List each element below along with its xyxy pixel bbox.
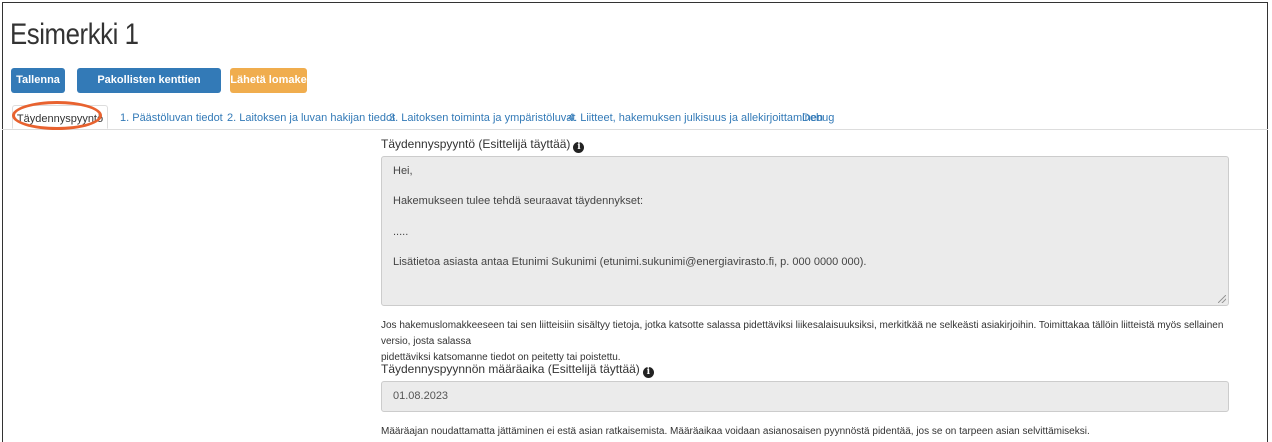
tab-attachments-signing[interactable]: 4. Liitteet, hakemuksen julkisuus ja all…	[568, 105, 823, 129]
supplement-request-label: Täydennyspyyntö (Esittelijä täyttää) i	[381, 137, 585, 153]
page-title: Esimerkki 1	[10, 18, 139, 51]
info-circle-icon[interactable]: i	[573, 142, 585, 153]
deadline-date-input[interactable]: 01.08.2023	[381, 381, 1229, 412]
tab-emission-permit-info[interactable]: 1. Päästöluvan tiedot	[120, 105, 223, 129]
confidentiality-help-text: Jos hakemuslomakkeeseen tai sen liitteis…	[381, 318, 1241, 366]
supplement-request-textarea[interactable]: Hei, Hakemukseen tulee tehdä seuraavat t…	[381, 156, 1229, 306]
info-circle-icon[interactable]: i	[642, 367, 654, 378]
tab-debug[interactable]: Debug	[802, 105, 834, 129]
deadline-label: Täydennyspyynnön määräaika (Esittelijä t…	[381, 362, 654, 378]
send-form-button[interactable]: Lähetä lomake	[230, 68, 307, 93]
textarea-line: Lisätietoa asiasta antaa Etunimi Sukunim…	[393, 256, 867, 268]
deadline-help-text: Määräajan noudattamatta jättäminen ei es…	[381, 426, 1090, 437]
textarea-line: Hei,	[393, 165, 413, 177]
help-line: Jos hakemuslomakkeeseen tai sen liitteis…	[381, 320, 1224, 347]
save-button[interactable]: Tallenna	[11, 68, 65, 93]
tab-supplement-request[interactable]: Täydennyspyyntö	[12, 105, 108, 129]
deadline-label-text: Täydennyspyynnön määräaika (Esittelijä t…	[381, 362, 640, 376]
resize-handle[interactable]	[1218, 295, 1226, 303]
textarea-line: .....	[393, 226, 409, 238]
tab-facility-applicant-info[interactable]: 2. Laitoksen ja luvan hakijan tiedot	[227, 105, 395, 129]
required-fields-check-button[interactable]: Pakollisten kenttien tarkastus	[77, 68, 221, 111]
tab-facility-operations[interactable]: 3. Laitoksen toiminta ja ympäristöluvat	[389, 105, 575, 129]
textarea-line: Hakemukseen tulee tehdä seuraavat täyden…	[393, 195, 644, 207]
supplement-request-label-text: Täydennyspyyntö (Esittelijä täyttää)	[381, 137, 571, 151]
tab-bar: Täydennyspyyntö 1. Päästöluvan tiedot 2.…	[2, 105, 1268, 130]
